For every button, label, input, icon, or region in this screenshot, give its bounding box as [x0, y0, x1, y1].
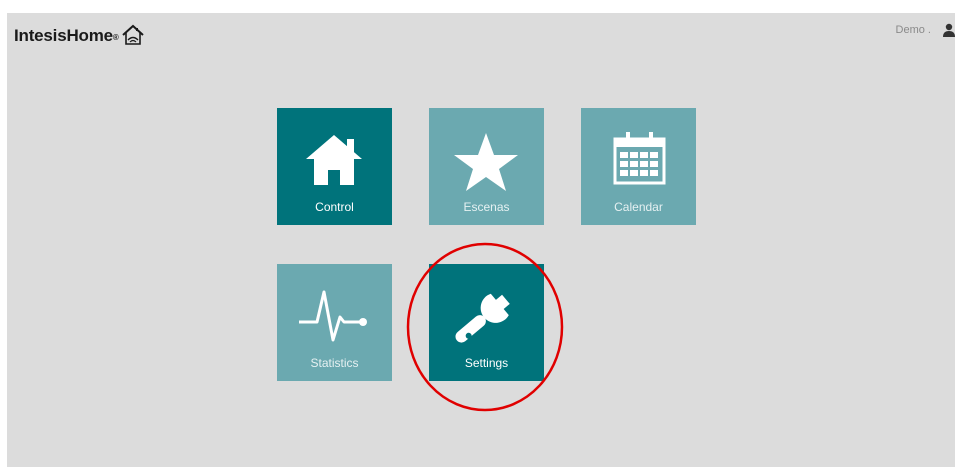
pulse-icon [299, 290, 367, 342]
tile-calendar[interactable]: Calendar [581, 108, 696, 225]
logo-house-icon [121, 24, 144, 45]
registered-mark: ® [112, 33, 119, 42]
user-name[interactable]: Demo . [896, 24, 931, 36]
tile-escenas-label: Escenas [463, 200, 510, 214]
user-menu[interactable]: Demo . [896, 23, 955, 37]
wrench-icon [455, 293, 510, 343]
app-background: IntesisHome® Demo . Control Escenas Cale… [7, 13, 955, 467]
star-icon [454, 133, 518, 191]
tile-control[interactable]: Control [277, 108, 392, 225]
tile-statistics[interactable]: Statistics [277, 264, 392, 381]
tile-settings-label: Settings [464, 356, 509, 370]
house-icon [306, 135, 362, 185]
calendar-icon [613, 132, 666, 185]
tile-settings[interactable]: Settings [429, 264, 544, 381]
tile-escenas[interactable]: Escenas [429, 108, 544, 225]
logo-text: IntesisHome® [14, 26, 119, 45]
tile-calendar-label: Calendar [614, 200, 663, 214]
intesishome-logo: IntesisHome® [14, 24, 145, 59]
user-icon[interactable] [941, 23, 955, 37]
tile-statistics-label: Statistics [310, 356, 359, 370]
tile-control-label: Control [315, 200, 354, 214]
